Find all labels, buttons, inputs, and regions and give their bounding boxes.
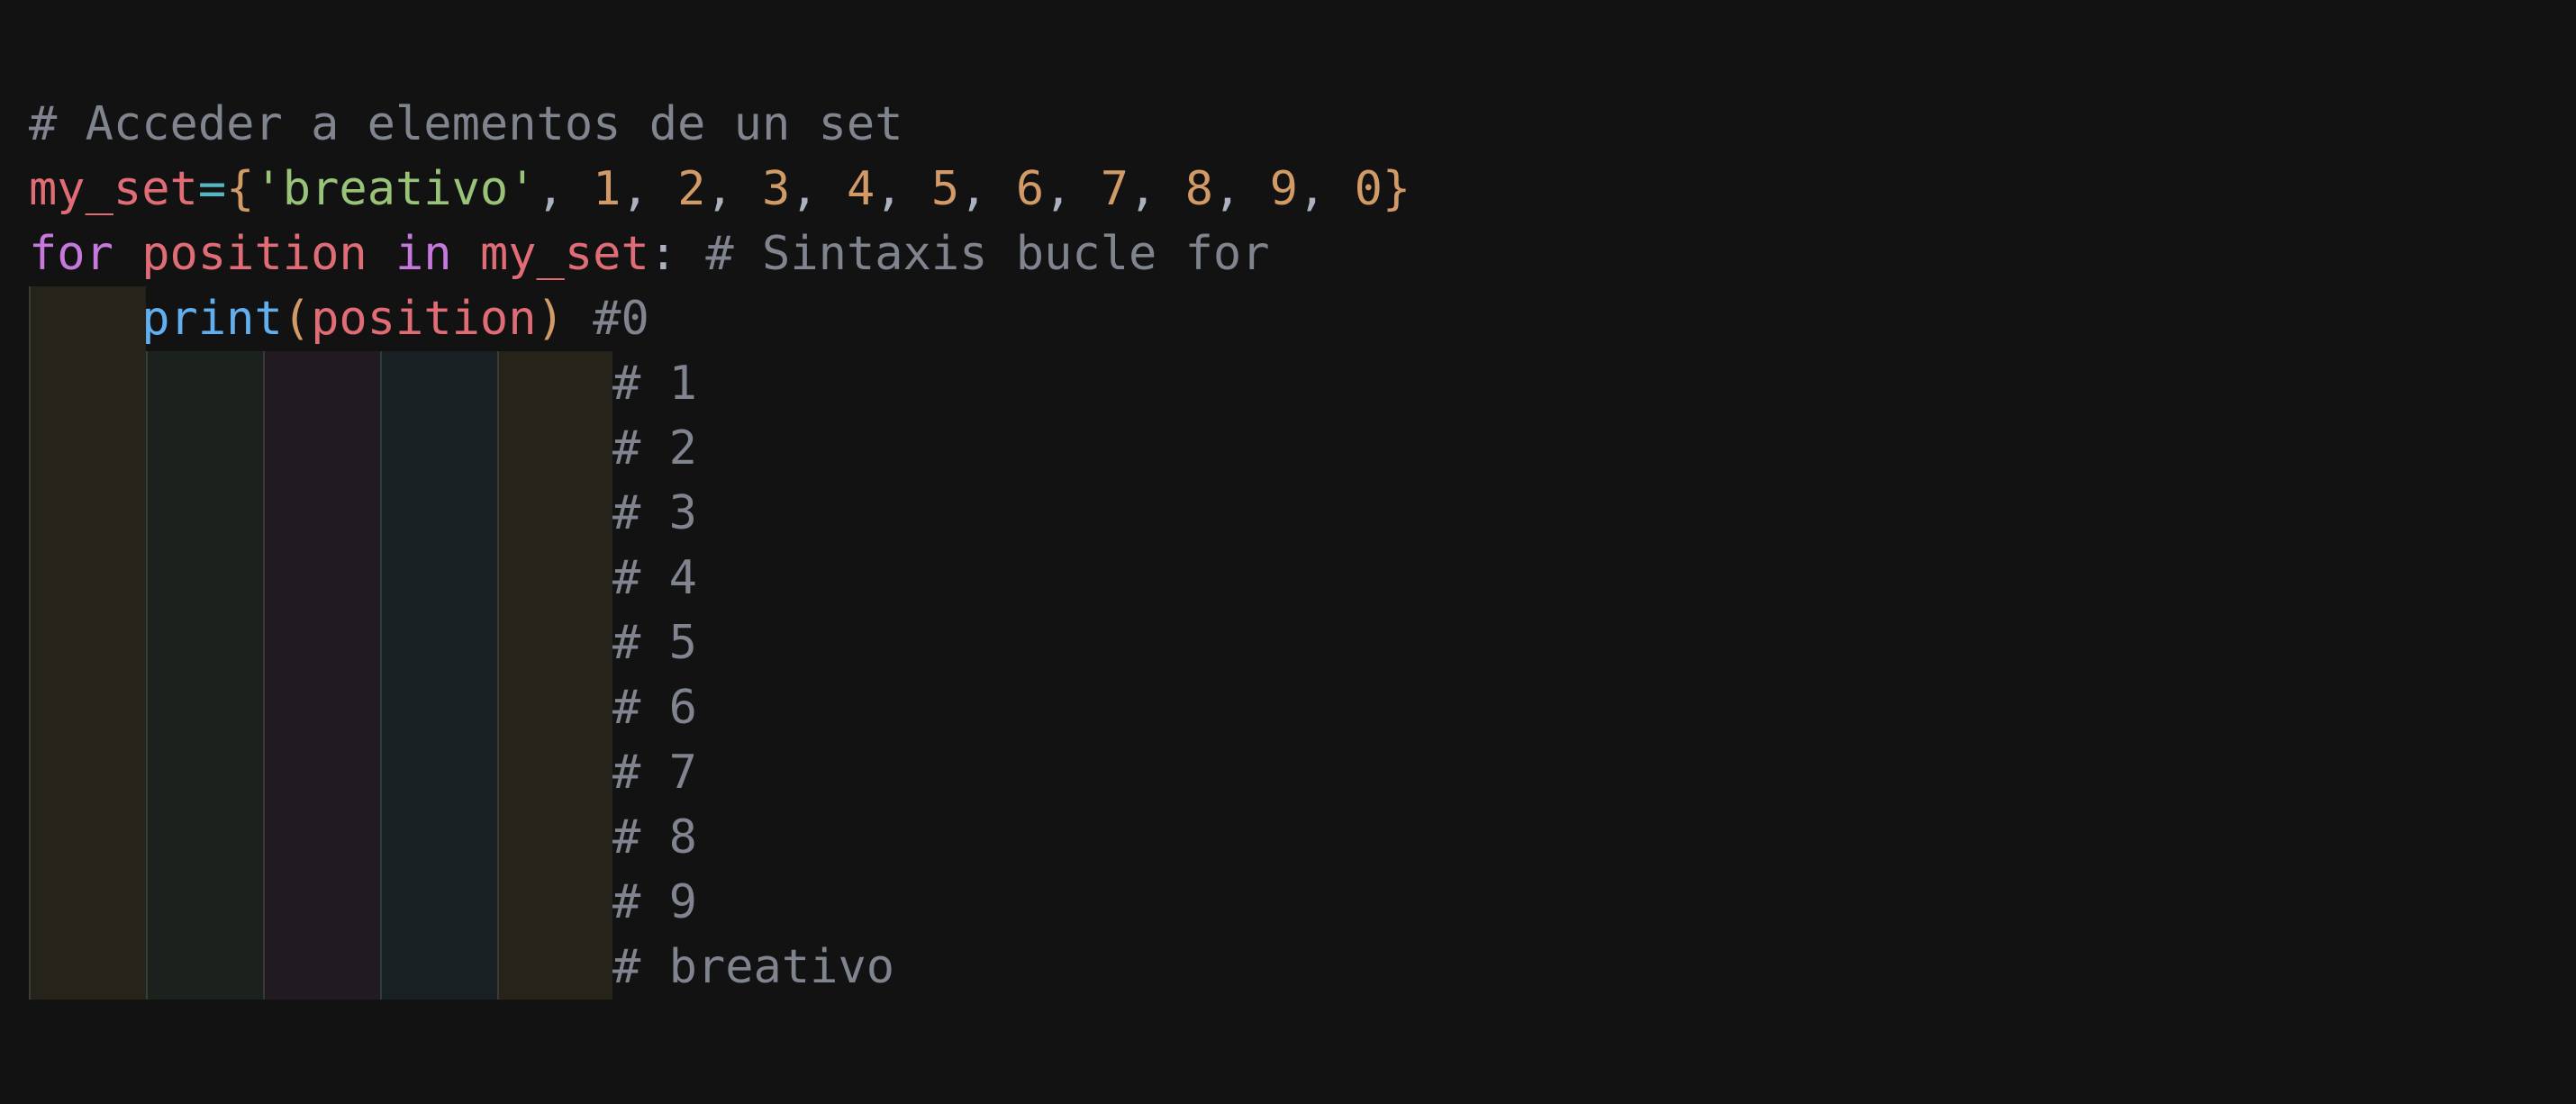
output-comment: # 8 (612, 810, 697, 864)
output-comment: # 9 (612, 875, 697, 929)
separator: , (705, 162, 763, 216)
number-literal: 0 (1354, 162, 1383, 216)
separator: , (1213, 162, 1270, 216)
separator: , (875, 162, 931, 216)
loop-variable: position (141, 227, 367, 281)
code-line-3[interactable]: for position in my_set: # Sintaxis bucle… (29, 222, 1270, 286)
separator: , (1044, 162, 1101, 216)
code-line-13[interactable]: # 9 (612, 870, 697, 935)
separator: , (621, 162, 678, 216)
output-comment: # 5 (612, 616, 697, 670)
close-paren: ) (536, 292, 565, 346)
number-literal: 2 (677, 162, 706, 216)
code-line-8[interactable]: # 4 (612, 546, 697, 611)
comment-text: #0 (593, 292, 649, 346)
output-comment: # breativo (612, 940, 895, 994)
code-line-5[interactable]: # 1 (612, 351, 697, 416)
number-literal: 8 (1184, 162, 1214, 216)
indent-guide (380, 351, 497, 1000)
code-line-7[interactable]: # 3 (612, 481, 697, 546)
number-literal: 5 (930, 162, 960, 216)
output-comment: # 1 (612, 357, 697, 411)
code-line-11[interactable]: # 7 (612, 740, 697, 805)
indent-guides (29, 286, 612, 1000)
comment-text: # Sintaxis bucle for (705, 227, 1270, 281)
code-line-6[interactable]: # 2 (612, 416, 697, 481)
indent-guide (146, 351, 263, 1000)
open-paren: ( (282, 292, 312, 346)
separator: , (1129, 162, 1185, 216)
assign-operator: = (197, 162, 227, 216)
number-literal: 6 (1015, 162, 1045, 216)
variable-name: my_set (29, 162, 198, 216)
number-literal: 9 (1269, 162, 1298, 216)
number-literal: 1 (593, 162, 621, 216)
colon: : (649, 227, 678, 281)
comment-text: # Acceder a elementos de un set (29, 97, 903, 151)
code-line-4[interactable]: print(position) #0 (29, 286, 649, 351)
output-comment: # 6 (612, 681, 697, 735)
separator: , (536, 162, 594, 216)
keyword-for: for (29, 227, 113, 281)
code-line-2[interactable]: my_set={'breativo', 1, 2, 3, 4, 5, 6, 7,… (29, 157, 1410, 222)
open-brace: { (226, 162, 255, 216)
code-line-12[interactable]: # 8 (612, 805, 697, 870)
separator: , (959, 162, 1016, 216)
keyword-in: in (395, 227, 452, 281)
code-line-1[interactable]: # Acceder a elementos de un set (29, 92, 903, 157)
number-literal: 4 (846, 162, 875, 216)
close-brace: } (1382, 162, 1411, 216)
output-comment: # 4 (612, 551, 697, 605)
code-line-14[interactable]: # breativo (612, 935, 894, 1000)
number-literal: 3 (762, 162, 791, 216)
code-line-10[interactable]: # 6 (612, 675, 697, 740)
separator: , (1297, 162, 1355, 216)
code-editor[interactable]: # Acceder a elementos de un set my_set={… (0, 0, 2576, 1104)
iterable-variable: my_set (479, 227, 649, 281)
separator: , (790, 162, 847, 216)
function-argument: position (311, 292, 537, 346)
output-comment: # 7 (612, 746, 697, 800)
function-name: print (141, 292, 283, 346)
string-literal: 'breativo' (254, 162, 537, 216)
indent-guide (29, 286, 146, 1000)
output-comment: # 3 (612, 486, 697, 540)
indent-guide (497, 351, 612, 1000)
code-line-9[interactable]: # 5 (612, 611, 697, 675)
number-literal: 7 (1100, 162, 1129, 216)
output-comment: # 2 (612, 421, 697, 475)
indent-guide (263, 351, 380, 1000)
